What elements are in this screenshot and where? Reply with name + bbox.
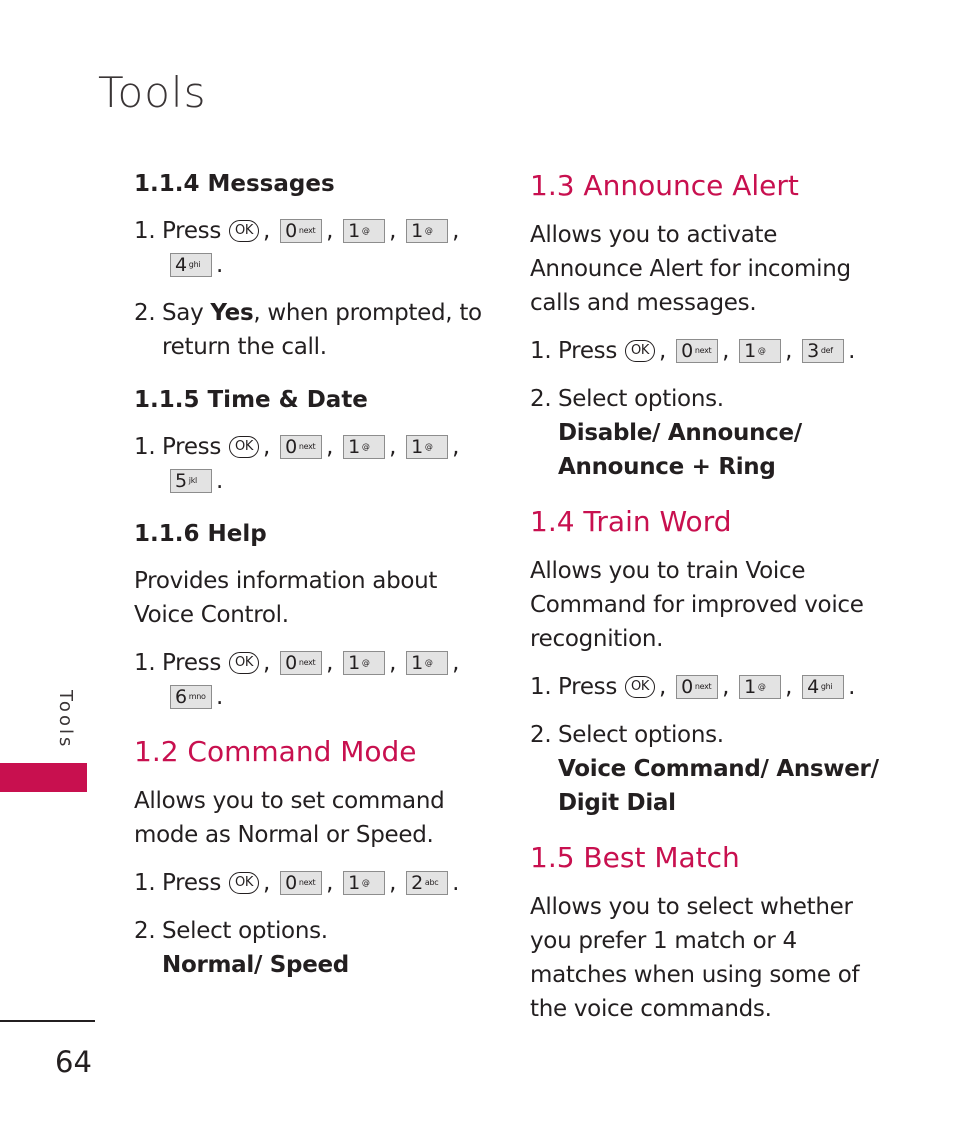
time-date-step-1: 1. Press OK, 0 next, 1 @, 1 @, 5 jkl.	[134, 434, 460, 494]
key-5-icon: 5 jkl	[170, 469, 212, 493]
help-description: Provides information about Voice Control…	[134, 568, 438, 628]
key-0-icon: 0 next	[280, 651, 323, 675]
ok-key-icon: OK	[229, 872, 260, 894]
announce-alert-description: Allows you to activate Announce Alert fo…	[530, 222, 851, 316]
ok-key-icon: OK	[229, 436, 260, 458]
section-heading-train-word: 1.4 Train Word	[530, 505, 732, 538]
train-word-step-1: 1. Press OK, 0 next, 1 @, 4 ghi.	[530, 674, 856, 700]
key-2-icon: 2 abc	[406, 871, 449, 895]
key-0-icon: 0 next	[280, 435, 323, 459]
train-word-description: Allows you to train Voice Command for im…	[530, 558, 864, 652]
chapter-tab-marker	[0, 763, 87, 792]
key-1-icon: 1 @	[343, 871, 386, 895]
section-heading-help: 1.1.6 Help	[134, 521, 267, 547]
left-column: 1.1.4 Messages 1. Press OK, 0 next, 1 @, 1…	[134, 168, 484, 982]
key-0-icon: 0 next	[676, 675, 719, 699]
key-4-icon: 4 ghi	[802, 675, 845, 699]
best-match-description: Allows you to select whether you prefer …	[530, 894, 860, 1022]
train-word-step-2: 2. Select options. Voice Command/ Answer…	[530, 718, 890, 820]
footer-divider	[0, 1020, 95, 1022]
ok-key-icon: OK	[625, 676, 656, 698]
ok-key-icon: OK	[625, 340, 656, 362]
command-mode-step-2: 2. Select options. Normal/ Speed	[134, 914, 484, 982]
command-mode-step-1: 1. Press OK, 0 next, 1 @, 2 abc.	[134, 870, 460, 896]
side-chapter-label: Tools	[55, 690, 76, 750]
section-heading-messages: 1.1.4 Messages	[134, 171, 335, 197]
ok-key-icon: OK	[229, 652, 260, 674]
key-1-icon: 1 @	[406, 219, 449, 243]
key-1-icon: 1 @	[406, 435, 449, 459]
announce-alert-step-1: 1. Press OK, 0 next, 1 @, 3 def.	[530, 338, 856, 364]
key-0-icon: 0 next	[280, 219, 323, 243]
key-1-icon: 1 @	[343, 435, 386, 459]
key-1-icon: 1 @	[343, 219, 386, 243]
key-0-icon: 0 next	[676, 339, 719, 363]
key-1-icon: 1 @	[739, 675, 782, 699]
page-number: 64	[55, 1045, 92, 1079]
key-1-icon: 1 @	[739, 339, 782, 363]
messages-step-2: 2. Say Yes, when prompted, to return the…	[134, 300, 482, 360]
key-0-icon: 0 next	[280, 871, 323, 895]
key-6-icon: 6 mno	[170, 685, 212, 709]
key-1-icon: 1 @	[343, 651, 386, 675]
help-step-1: 1. Press OK, 0 next, 1 @, 1 @, 6 mno.	[134, 650, 460, 710]
key-4-icon: 4 ghi	[170, 253, 212, 277]
messages-step-1: 1. Press OK, 0 next, 1 @, 1 @, 4 ghi.	[134, 218, 460, 278]
right-column: 1.3 Announce Alert Allows you to activat…	[530, 168, 890, 1026]
key-1-icon: 1 @	[406, 651, 449, 675]
section-heading-command-mode: 1.2 Command Mode	[134, 735, 417, 768]
command-mode-options: Normal/ Speed	[162, 952, 349, 978]
key-3-icon: 3 def	[802, 339, 845, 363]
announce-alert-step-2: 2. Select options. Disable/ Announce/ An…	[530, 382, 890, 484]
section-heading-time-date: 1.1.5 Time & Date	[134, 387, 368, 413]
train-word-options: Voice Command/ Answer/ Digit Dial	[558, 756, 879, 816]
ok-key-icon: OK	[229, 220, 260, 242]
announce-alert-options: Disable/ Announce/ Announce + Ring	[558, 420, 802, 480]
section-heading-announce-alert: 1.3 Announce Alert	[530, 169, 799, 202]
command-mode-description: Allows you to set command mode as Normal…	[134, 788, 445, 848]
page-title: Tools	[98, 68, 207, 117]
section-heading-best-match: 1.5 Best Match	[530, 841, 740, 874]
